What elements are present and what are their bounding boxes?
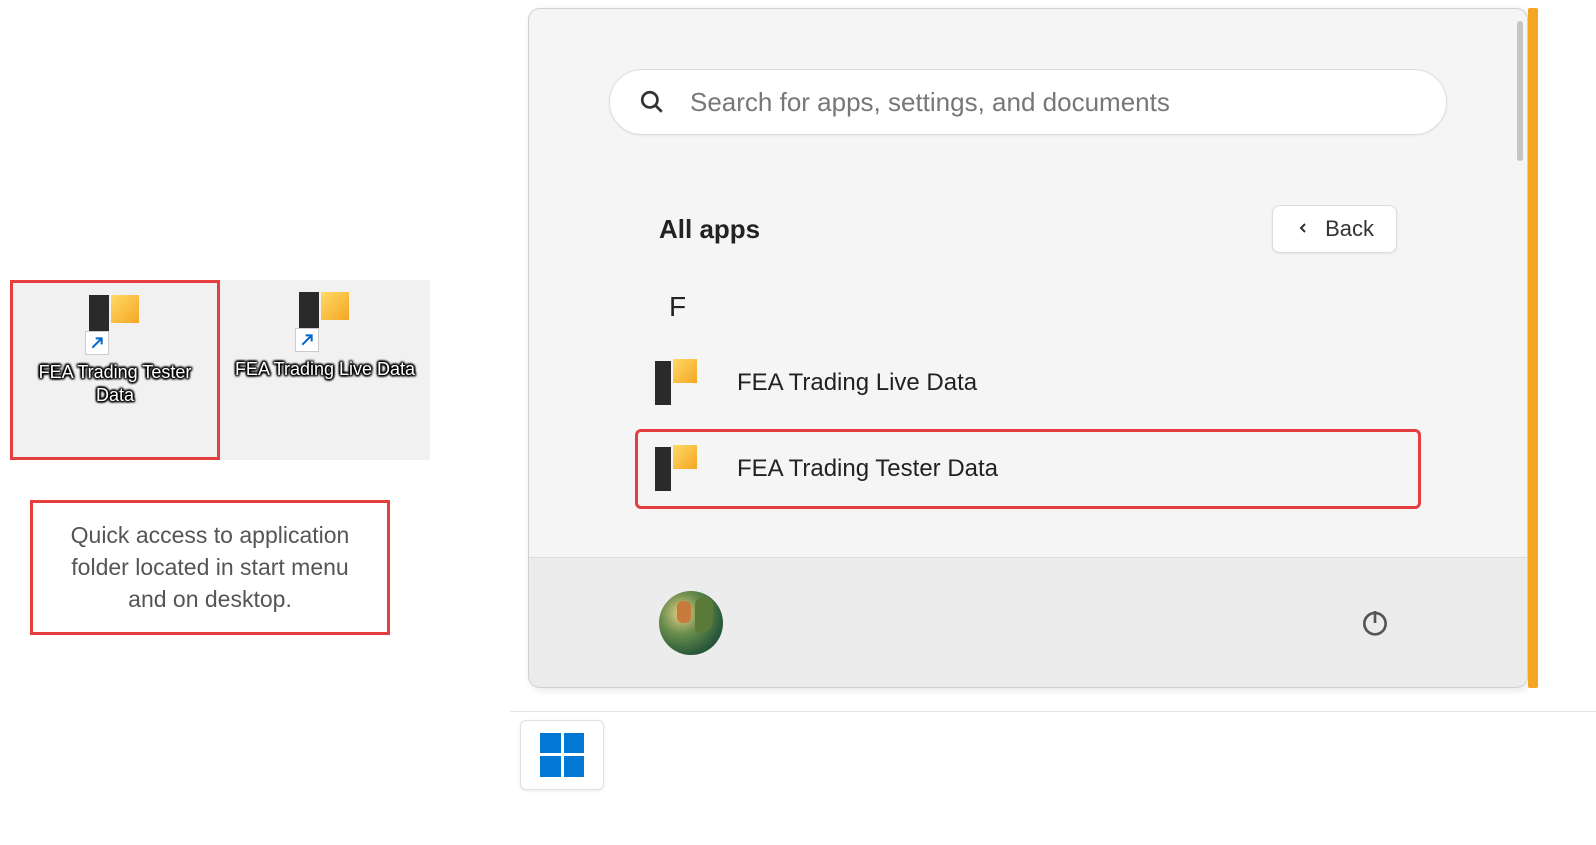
desktop-shortcut-label: FEA Trading Tester Data [13, 361, 217, 406]
app-item-label: FEA Trading Live Data [737, 369, 977, 397]
caption-text: Quick access to application folder locat… [30, 500, 390, 635]
scrollbar[interactable] [1517, 21, 1523, 547]
start-menu-footer [529, 557, 1527, 687]
section-letter[interactable]: F [629, 283, 1427, 331]
app-icon [83, 291, 147, 355]
search-box[interactable] [609, 69, 1447, 135]
start-button[interactable] [520, 720, 604, 790]
app-item-label: FEA Trading Tester Data [737, 455, 998, 483]
search-icon [638, 88, 666, 116]
desktop-icons-area: FEA Trading Tester Data FEA Trading Live… [10, 280, 430, 460]
desktop-shortcut-label: FEA Trading Live Data [227, 358, 423, 381]
taskbar [510, 711, 1596, 797]
power-button[interactable] [1353, 601, 1397, 645]
search-input[interactable] [690, 87, 1418, 118]
app-icon [293, 288, 357, 352]
app-icon [651, 357, 707, 409]
app-list: F FEA Trading Live Data FEA Trading Test… [629, 283, 1427, 515]
accent-bar [1528, 8, 1538, 688]
app-icon [651, 443, 707, 495]
user-avatar[interactable] [659, 591, 723, 655]
desktop-shortcut-fea-tester[interactable]: FEA Trading Tester Data [10, 280, 220, 460]
back-button[interactable]: Back [1272, 205, 1397, 253]
app-item-fea-tester[interactable]: FEA Trading Tester Data [635, 429, 1421, 509]
app-item-fea-live[interactable]: FEA Trading Live Data [635, 343, 1421, 423]
desktop-shortcut-fea-live[interactable]: FEA Trading Live Data [220, 280, 430, 460]
start-menu-panel: All apps Back F FEA Trading Live Data [528, 8, 1528, 688]
all-apps-title: All apps [659, 214, 760, 245]
windows-logo-icon [540, 733, 584, 777]
shortcut-arrow-icon [295, 328, 319, 352]
chevron-left-icon [1295, 216, 1311, 242]
back-button-label: Back [1325, 216, 1374, 242]
shortcut-arrow-icon [85, 331, 109, 355]
